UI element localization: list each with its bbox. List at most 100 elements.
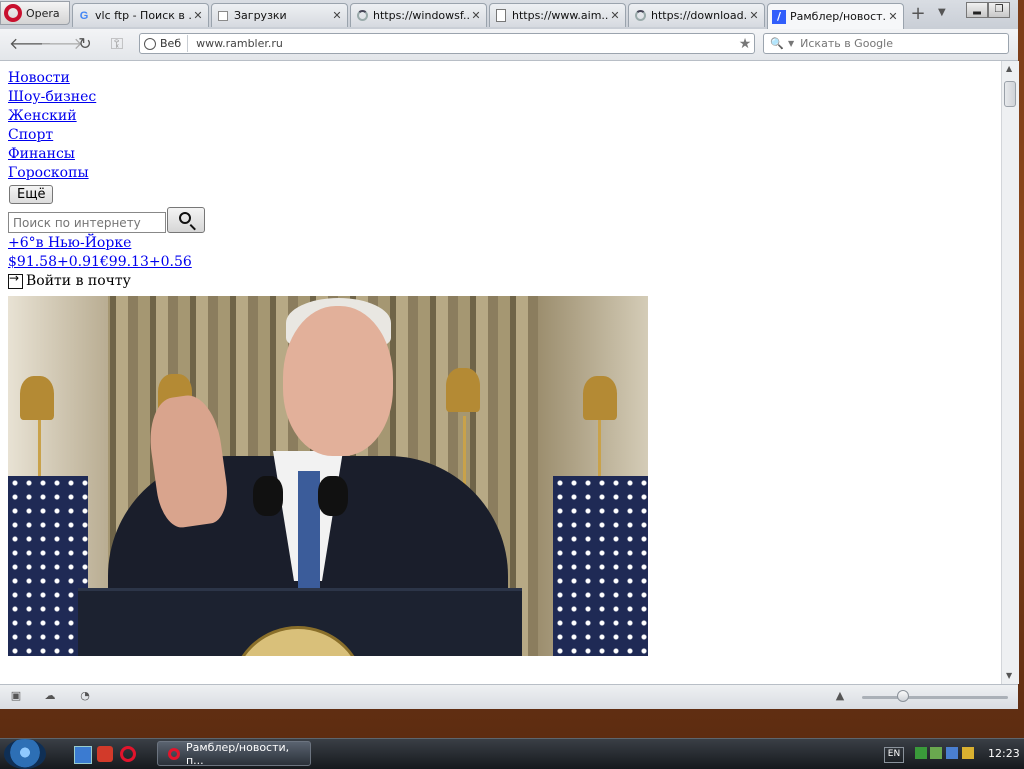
tab-title: https://download...	[651, 9, 748, 22]
internet-search-input[interactable]	[8, 212, 166, 233]
show-desktop-icon[interactable]	[74, 746, 92, 764]
tab-title: https://windowsf...	[373, 9, 470, 22]
opera-logo-icon	[4, 4, 22, 22]
language-indicator[interactable]: EN	[884, 747, 904, 763]
system-clock[interactable]: 12:23	[988, 747, 1020, 760]
microphone	[318, 476, 348, 516]
nav-link-finance[interactable]: Финансы	[8, 145, 96, 164]
us-flag	[553, 476, 648, 656]
tab-download[interactable]: https://download... ✕	[628, 3, 765, 27]
tab-rambler[interactable]: / Рамблер/новост... ✕	[767, 3, 904, 29]
close-icon[interactable]: ✕	[609, 9, 621, 22]
nav-link-women[interactable]: Женский	[8, 107, 96, 126]
search-icon: 🔍	[770, 37, 784, 50]
tab-windowsf[interactable]: https://windowsf... ✕	[350, 3, 487, 27]
tray-network-icon[interactable]	[915, 747, 927, 759]
close-icon[interactable]: ✕	[331, 9, 343, 22]
nav-link-news[interactable]: Новости	[8, 69, 96, 88]
close-icon[interactable]: ✕	[887, 10, 899, 23]
rambler-icon: /	[772, 9, 786, 24]
search-button[interactable]	[167, 207, 205, 233]
page-content: Новости Шоу-бизнес Женский Спорт Финансы…	[0, 61, 1001, 684]
back-button[interactable]: 🡐	[9, 34, 52, 54]
web-badge[interactable]: Веб	[140, 35, 189, 52]
chevron-down-icon[interactable]: ▼	[788, 39, 794, 48]
forward-button[interactable]: 🡒	[40, 34, 83, 54]
tray-tools-icon[interactable]	[962, 747, 974, 759]
currency-rates-link[interactable]: $91.58+0.91€99.13+0.56	[8, 254, 192, 270]
tab-downloads[interactable]: Загрузки ✕	[211, 3, 348, 27]
taskbar-opera-window[interactable]: Рамблер/новости, п...	[157, 740, 311, 767]
minimize-button[interactable]: ▂	[966, 2, 988, 18]
zoom-slider-knob[interactable]	[897, 690, 909, 702]
tray-security-icon[interactable]	[930, 747, 942, 759]
weather-link[interactable]: +6°в Нью-Йорке	[8, 235, 131, 251]
start-button[interactable]	[4, 739, 46, 769]
page-icon	[494, 9, 508, 23]
close-icon[interactable]: ✕	[470, 9, 482, 22]
opera-quicklaunch-icon[interactable]	[120, 746, 136, 762]
browser-window: Opera G vlc ftp - Поиск в ... ✕ Загрузки…	[0, 0, 1019, 709]
key-icon[interactable]: ⚿	[106, 34, 128, 54]
login-icon	[8, 271, 23, 289]
more-button[interactable]: Ещё	[9, 185, 54, 204]
turbo-speedometer-icon[interactable]: ◔	[77, 689, 93, 703]
web-badge-label: Веб	[160, 37, 182, 50]
tab-menu-icon[interactable]: ▼	[938, 7, 946, 18]
vertical-scrollbar[interactable]: ▲ ▼	[1001, 61, 1019, 684]
news-photo[interactable]	[8, 296, 648, 656]
status-bar: ▣ ☁ ◔ ▲	[0, 684, 1018, 709]
address-url[interactable]: www.rambler.ru	[196, 37, 736, 50]
scroll-down-icon[interactable]: ▼	[1006, 671, 1012, 680]
quicklaunch-app-icon[interactable]	[97, 746, 113, 762]
eagle-finial	[20, 376, 54, 420]
bookmark-star-icon[interactable]: ★	[736, 36, 754, 52]
windows-taskbar: Рамблер/новости, п... EN 12:23	[0, 738, 1024, 769]
microphone	[253, 476, 283, 516]
tray-app-icon[interactable]	[946, 747, 958, 759]
google-search-input[interactable]	[798, 36, 993, 51]
eagle-finial	[446, 368, 480, 412]
close-icon[interactable]: ✕	[748, 9, 760, 22]
opera-unite-cloud-icon[interactable]: ☁	[42, 689, 58, 703]
opera-logo-icon	[168, 747, 180, 760]
nav-link-sport[interactable]: Спорт	[8, 126, 96, 145]
mail-login-label: Войти в почту	[26, 273, 131, 289]
tab-title: Загрузки	[234, 9, 287, 22]
tab-vlc-search[interactable]: G vlc ftp - Поиск в ... ✕	[72, 3, 209, 27]
scroll-up-icon[interactable]: ▲	[1006, 64, 1012, 73]
opera-menu-button[interactable]: Opera	[0, 1, 70, 25]
search-icon	[179, 212, 191, 224]
address-bar[interactable]: Веб www.rambler.ru ★	[139, 33, 755, 54]
rambler-nav: Новости Шоу-бизнес Женский Спорт Финансы…	[8, 69, 96, 183]
opera-menu-label: Opera	[26, 6, 60, 20]
tab-aim[interactable]: https://www.aim... ✕	[489, 3, 626, 27]
tab-bar: Opera G vlc ftp - Поиск в ... ✕ Загрузки…	[0, 0, 1018, 29]
us-flag	[8, 476, 88, 656]
tab-title: vlc ftp - Поиск в ...	[95, 9, 192, 22]
person-tie	[298, 471, 320, 591]
globe-icon	[144, 37, 156, 50]
zoom-menu-icon[interactable]: ▲	[832, 689, 848, 703]
navigation-toolbar: 🡐 🡒 ↻ ⚿ Веб www.rambler.ru ★ 🔍 ▼	[0, 29, 1018, 61]
scrollbar-thumb[interactable]	[1004, 81, 1016, 107]
google-search-box[interactable]: 🔍 ▼	[763, 33, 1009, 54]
close-icon[interactable]: ✕	[192, 9, 204, 22]
tab-title: Рамблер/новост...	[790, 10, 887, 23]
new-tab-button[interactable]: +	[907, 5, 929, 24]
zoom-slider-track[interactable]	[862, 696, 1008, 699]
flag-pole	[463, 416, 466, 486]
restore-button[interactable]: ❐	[988, 2, 1010, 18]
loading-icon	[633, 9, 647, 23]
nav-link-showbiz[interactable]: Шоу-бизнес	[8, 88, 96, 107]
taskbar-window-title: Рамблер/новости, п...	[185, 740, 290, 767]
nav-link-horoscopes[interactable]: Гороскопы	[8, 164, 96, 183]
reload-button[interactable]: ↻	[74, 34, 96, 54]
loading-icon	[355, 9, 369, 23]
google-icon: G	[79, 9, 89, 22]
panel-toggle-icon[interactable]: ▣	[8, 689, 24, 703]
tab-title: https://www.aim...	[512, 9, 609, 22]
person-face	[283, 306, 393, 456]
mail-login-link[interactable]: Войти в почту	[8, 271, 131, 289]
downloads-icon	[216, 9, 230, 23]
